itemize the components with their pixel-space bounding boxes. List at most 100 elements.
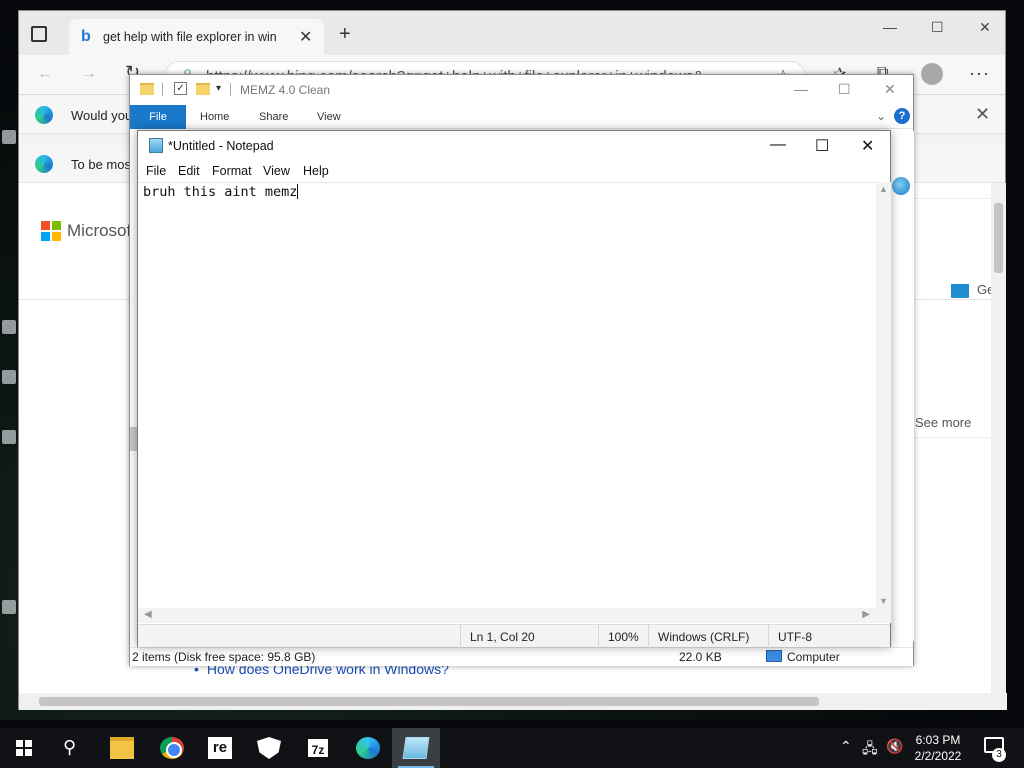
notepad-title-bar: *Untitled - Notepad — ☐ ✕: [138, 131, 890, 161]
status-line-endings: Windows (CRLF): [658, 630, 750, 644]
notification-close-icon[interactable]: ✕: [975, 104, 990, 125]
edge-logo-icon: [35, 155, 53, 173]
edge-tab-bar: b get help with file explorer in win ✕ +…: [19, 11, 1005, 55]
folder-icon: [140, 83, 154, 95]
tray-chevron-icon[interactable]: ⌃: [840, 738, 852, 755]
explorer-minimize-button[interactable]: —: [794, 81, 808, 97]
help-icon[interactable]: ?: [894, 108, 910, 124]
shield-icon: [257, 737, 281, 759]
desktop-icon[interactable]: [2, 130, 16, 144]
taskbar-chrome[interactable]: [148, 728, 196, 768]
notepad-status-bar: Ln 1, Col 20 100% Windows (CRLF) UTF-8: [138, 624, 890, 648]
scrollbar-thumb[interactable]: [994, 203, 1003, 273]
explorer-close-button[interactable]: ✕: [884, 81, 896, 98]
start-button[interactable]: [16, 740, 32, 756]
volume-muted-icon[interactable]: 🔇: [886, 738, 903, 755]
ribbon-tab-view[interactable]: View: [317, 111, 341, 123]
edge-icon: [356, 737, 380, 759]
scroll-right-icon[interactable]: ▶: [862, 609, 870, 620]
microsoft-wordmark[interactable]: Microsoft: [67, 221, 136, 241]
menu-file[interactable]: File: [146, 164, 166, 178]
taskbar-notepad[interactable]: [392, 728, 440, 768]
see-more-link[interactable]: See more: [915, 415, 971, 430]
status-encoding: UTF-8: [778, 630, 812, 644]
explorer-ribbon: File Home Share View ⌄ ?: [130, 105, 913, 129]
separator: [162, 83, 163, 96]
back-icon[interactable]: ←: [37, 65, 53, 83]
microsoft-logo-icon: [41, 221, 61, 241]
menu-help[interactable]: Help: [303, 164, 329, 178]
chrome-icon: [160, 737, 184, 759]
status-divider: [598, 625, 599, 648]
separator: [230, 83, 231, 96]
ribbon-expand-icon[interactable]: ⌄: [876, 109, 886, 123]
desktop-icon[interactable]: [2, 430, 16, 444]
ribbon-tab-file[interactable]: File: [130, 105, 186, 129]
status-size: 22.0 KB: [679, 650, 722, 664]
edge-minimize-button[interactable]: —: [883, 19, 897, 35]
tab-actions-icon[interactable]: [31, 26, 47, 42]
folder-icon: [110, 737, 134, 759]
edge-close-button[interactable]: ✕: [979, 19, 991, 36]
notepad-text-area[interactable]: bruh this aint memz: [138, 182, 876, 608]
explorer-nav-scrollbar[interactable]: [130, 427, 137, 451]
taskbar-edge[interactable]: [344, 728, 392, 768]
scrollbar-corner: [876, 608, 891, 623]
side-panel: [907, 198, 991, 438]
notepad-menu-bar: File Edit Format View Help: [138, 161, 890, 182]
profile-avatar[interactable]: [921, 63, 943, 85]
desktop-icon[interactable]: [2, 320, 16, 334]
taskbar-re-app[interactable]: re: [196, 728, 244, 768]
clock[interactable]: 6:03 PM 2/2/2022: [910, 732, 966, 764]
explorer-title: MEMZ 4.0 Clean: [240, 83, 331, 97]
status-item-count: 2 items (Disk free space: 95.8 GB): [132, 650, 316, 664]
menu-view[interactable]: View: [263, 164, 290, 178]
scrollbar-thumb[interactable]: [39, 697, 819, 706]
bing-icon: b: [81, 28, 91, 45]
ribbon-tab-share[interactable]: Share: [259, 111, 288, 123]
notepad-icon: [402, 737, 430, 759]
notification-text: Would you: [71, 108, 133, 123]
search-icon[interactable]: ⚲: [63, 737, 76, 758]
notepad-window: *Untitled - Notepad — ☐ ✕ File Edit Form…: [137, 130, 891, 648]
status-divider: [768, 625, 769, 648]
forward-icon[interactable]: →: [81, 65, 97, 83]
tab-close-icon[interactable]: ✕: [299, 27, 312, 47]
edge-logo-icon: [35, 106, 53, 124]
scroll-down-icon[interactable]: ▼: [879, 596, 888, 606]
edge-maximize-button[interactable]: ☐: [931, 19, 944, 36]
notepad-close-button[interactable]: ✕: [861, 136, 874, 156]
scroll-up-icon[interactable]: ▲: [879, 184, 888, 194]
properties-check-icon[interactable]: ✓: [174, 82, 187, 95]
menu-edit[interactable]: Edit: [178, 164, 200, 178]
new-folder-icon[interactable]: [196, 83, 210, 95]
computer-icon: [766, 650, 782, 662]
status-zoom: 100%: [608, 630, 639, 644]
re-app-icon: re: [208, 737, 232, 759]
taskbar-7zip[interactable]: 7z: [294, 728, 342, 768]
taskbar-file-explorer[interactable]: [98, 728, 146, 768]
edge-tab[interactable]: b get help with file explorer in win ✕: [69, 19, 324, 55]
ribbon-tab-home[interactable]: Home: [200, 111, 229, 123]
more-menu-icon[interactable]: ···: [969, 63, 990, 84]
desktop-icon[interactable]: [2, 370, 16, 384]
desktop-icon[interactable]: [2, 600, 16, 614]
explorer-status-bar: 2 items (Disk free space: 95.8 GB) 22.0 …: [130, 647, 913, 666]
menu-format[interactable]: Format: [212, 164, 252, 178]
clock-time: 6:03 PM: [915, 733, 961, 747]
explorer-maximize-button[interactable]: ☐: [838, 81, 851, 98]
notepad-minimize-button[interactable]: —: [770, 136, 786, 154]
notepad-title: *Untitled - Notepad: [168, 139, 274, 153]
network-icon[interactable]: 🖧: [862, 738, 878, 762]
scroll-left-icon[interactable]: ◀: [144, 609, 152, 620]
page-horizontal-scrollbar[interactable]: [19, 693, 1007, 710]
notepad-icon: [149, 138, 163, 153]
status-line-col: Ln 1, Col 20: [470, 630, 535, 644]
taskbar-security[interactable]: [245, 728, 293, 768]
quick-access-dropdown-icon[interactable]: ▾: [216, 83, 221, 94]
page-vertical-scrollbar[interactable]: [991, 183, 1006, 693]
notepad-maximize-button[interactable]: ☐: [815, 136, 829, 156]
new-tab-button[interactable]: +: [339, 23, 351, 46]
notepad-vertical-scrollbar[interactable]: ▲ ▼: [876, 182, 891, 608]
notepad-horizontal-scrollbar[interactable]: ◀ ▶: [138, 608, 876, 623]
